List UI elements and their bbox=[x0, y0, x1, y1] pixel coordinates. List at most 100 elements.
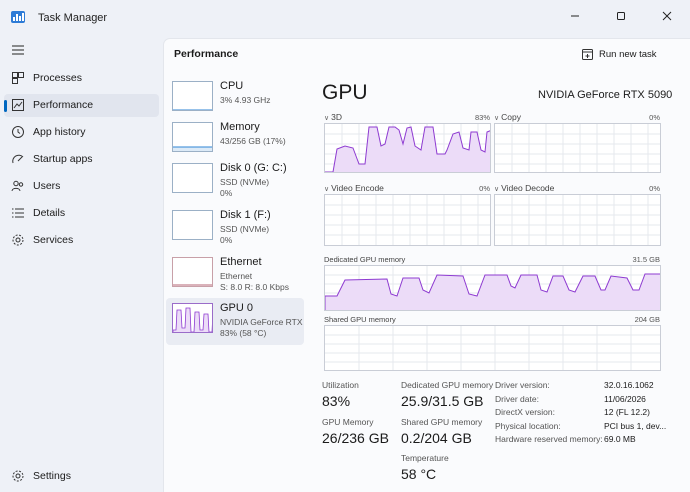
engine-video-encode-label[interactable]: ∨ Video Encode bbox=[324, 183, 384, 193]
engine-video-encode-graph bbox=[324, 194, 491, 246]
nav-item-label: Services bbox=[33, 234, 74, 246]
title-bar: Task Manager bbox=[0, 0, 690, 36]
engine-3d-label[interactable]: ∨ 3D bbox=[324, 112, 342, 122]
run-new-task-label: Run new task bbox=[599, 48, 657, 60]
run-new-task-button[interactable]: Run new task bbox=[582, 45, 657, 63]
dedicated-memory-graph bbox=[324, 265, 661, 311]
gpu-memory-label: GPU Memory bbox=[322, 417, 374, 427]
resource-item-gpu-0[interactable]: GPU 0 NVIDIA GeForce RTX ... 83% (58 °C) bbox=[166, 298, 304, 345]
dedicated-memory-max: 31.5 GB bbox=[632, 255, 660, 264]
startup-apps-icon bbox=[12, 154, 24, 164]
dedicated-memory-label: Dedicated GPU memory bbox=[324, 255, 406, 264]
engine-3d-percent: 83% bbox=[474, 113, 490, 122]
services-icon bbox=[12, 234, 24, 246]
resource-detail: 3% 4.93 GHz bbox=[220, 95, 271, 105]
resource-name: GPU 0 bbox=[220, 302, 254, 314]
nav-item-performance[interactable]: Performance bbox=[4, 94, 159, 117]
app-history-icon bbox=[12, 126, 24, 138]
resource-item-cpu[interactable]: CPU 3% 4.93 GHz bbox=[166, 76, 304, 122]
nav-item-label: Performance bbox=[33, 99, 94, 111]
resource-detail: S: 8.0 R: 8.0 Kbps bbox=[220, 282, 289, 292]
dedicated-gpu-memory-value: 25.9/31.5 GB bbox=[401, 393, 484, 409]
utilization-value: 83% bbox=[322, 393, 351, 409]
nav-item-label: Processes bbox=[33, 72, 83, 84]
engine-3d-graph bbox=[324, 123, 491, 173]
disk-1-thumbnail-graph bbox=[172, 210, 213, 240]
shared-gpu-memory-label: Shared GPU memory bbox=[401, 417, 483, 427]
navigation-menu-button[interactable] bbox=[6, 38, 30, 62]
ethernet-thumbnail-graph bbox=[172, 257, 213, 287]
hardware-reserved-memory-value: 69.0 MB bbox=[604, 434, 636, 444]
resource-name: Memory bbox=[220, 121, 260, 133]
shared-gpu-memory-value: 0.2/204 GB bbox=[401, 430, 472, 446]
minimize-button[interactable] bbox=[552, 0, 598, 32]
shared-memory-graph bbox=[324, 325, 661, 371]
temperature-label: Temperature bbox=[401, 453, 449, 463]
chevron-down-icon: ∨ bbox=[324, 186, 330, 193]
resource-item-ethernet[interactable]: Ethernet Ethernet S: 8.0 R: 8.0 Kbps bbox=[166, 252, 304, 298]
nav-item-startup-apps[interactable]: Startup apps bbox=[4, 148, 159, 171]
disk-0-thumbnail-graph bbox=[172, 163, 213, 193]
hamburger-icon bbox=[12, 45, 24, 55]
resource-item-disk-1[interactable]: Disk 1 (F:) SSD (NVMe) 0% bbox=[166, 205, 304, 251]
performance-icon bbox=[12, 99, 24, 111]
engine-copy-percent: 0% bbox=[649, 113, 660, 122]
nav-item-label: App history bbox=[33, 126, 86, 138]
resource-detail: 83% (58 °C) bbox=[220, 328, 267, 338]
driver-version-label: Driver version: bbox=[495, 380, 550, 390]
gear-icon bbox=[12, 470, 24, 482]
dedicated-gpu-memory-label: Dedicated GPU memory bbox=[401, 380, 494, 390]
main-panel: Performance Run new task CPU 3% 4.93 GHz… bbox=[163, 38, 690, 492]
engine-video-decode-graph bbox=[494, 194, 661, 246]
temperature-value: 58 °C bbox=[401, 466, 437, 482]
resource-item-memory[interactable]: Memory 43/256 GB (17%) bbox=[166, 117, 304, 163]
maximize-icon bbox=[617, 12, 625, 20]
memory-thumbnail-graph bbox=[172, 122, 213, 152]
page-title: Performance bbox=[174, 48, 239, 60]
driver-date-label: Driver date: bbox=[495, 394, 539, 404]
users-icon bbox=[11, 180, 24, 192]
directx-version-value: 12 (FL 12.2) bbox=[604, 407, 650, 417]
directx-version-label: DirectX version: bbox=[495, 407, 555, 417]
physical-location-value: PCI bus 1, dev... bbox=[604, 421, 667, 431]
utilization-label: Utilization bbox=[322, 380, 359, 390]
driver-version-value: 32.0.16.1062 bbox=[604, 380, 654, 390]
nav-item-label: Startup apps bbox=[33, 153, 93, 165]
details-icon bbox=[12, 208, 24, 218]
shared-memory-label: Shared GPU memory bbox=[324, 315, 396, 324]
gpu-memory-value: 26/236 GB bbox=[322, 430, 389, 446]
nav-item-label: Settings bbox=[33, 470, 71, 482]
shared-memory-max: 204 GB bbox=[634, 315, 660, 324]
nav-item-details[interactable]: Details bbox=[4, 202, 159, 225]
resource-detail: 0% bbox=[220, 235, 233, 245]
nav-item-settings[interactable]: Settings bbox=[4, 465, 159, 487]
run-task-icon bbox=[582, 48, 593, 60]
minimize-icon bbox=[571, 15, 579, 17]
engine-video-encode-percent: 0% bbox=[479, 184, 490, 193]
resource-detail: 0% bbox=[220, 188, 233, 198]
resource-detail: SSD (NVMe) bbox=[220, 177, 270, 187]
window-title: Task Manager bbox=[38, 12, 108, 24]
gpu-0-thumbnail-graph bbox=[172, 303, 213, 333]
close-button[interactable] bbox=[644, 0, 690, 32]
nav-item-app-history[interactable]: App history bbox=[4, 121, 159, 144]
cpu-thumbnail-graph bbox=[172, 81, 213, 111]
engine-copy-label[interactable]: ∨ Copy bbox=[494, 112, 521, 122]
gpu-heading: GPU bbox=[322, 81, 368, 104]
chevron-down-icon: ∨ bbox=[494, 115, 500, 122]
nav-item-processes[interactable]: Processes bbox=[4, 67, 159, 90]
nav-item-label: Details bbox=[33, 207, 66, 219]
close-icon bbox=[662, 11, 672, 21]
nav-item-users[interactable]: Users bbox=[4, 175, 159, 198]
resource-detail: 43/256 GB (17%) bbox=[220, 136, 286, 146]
active-indicator bbox=[4, 100, 7, 112]
maximize-button[interactable] bbox=[598, 0, 644, 32]
task-manager-app-icon bbox=[11, 11, 25, 23]
engine-copy-graph bbox=[494, 123, 661, 173]
hardware-reserved-memory-label: Hardware reserved memory: bbox=[495, 434, 603, 444]
engine-video-decode-label[interactable]: ∨ Video Decode bbox=[494, 183, 554, 193]
resource-detail: Ethernet bbox=[220, 271, 253, 281]
nav-item-services[interactable]: Services bbox=[4, 229, 159, 252]
physical-location-label: Physical location: bbox=[495, 421, 561, 431]
resource-item-disk-0[interactable]: Disk 0 (G: C:) SSD (NVMe) 0% bbox=[166, 158, 304, 204]
